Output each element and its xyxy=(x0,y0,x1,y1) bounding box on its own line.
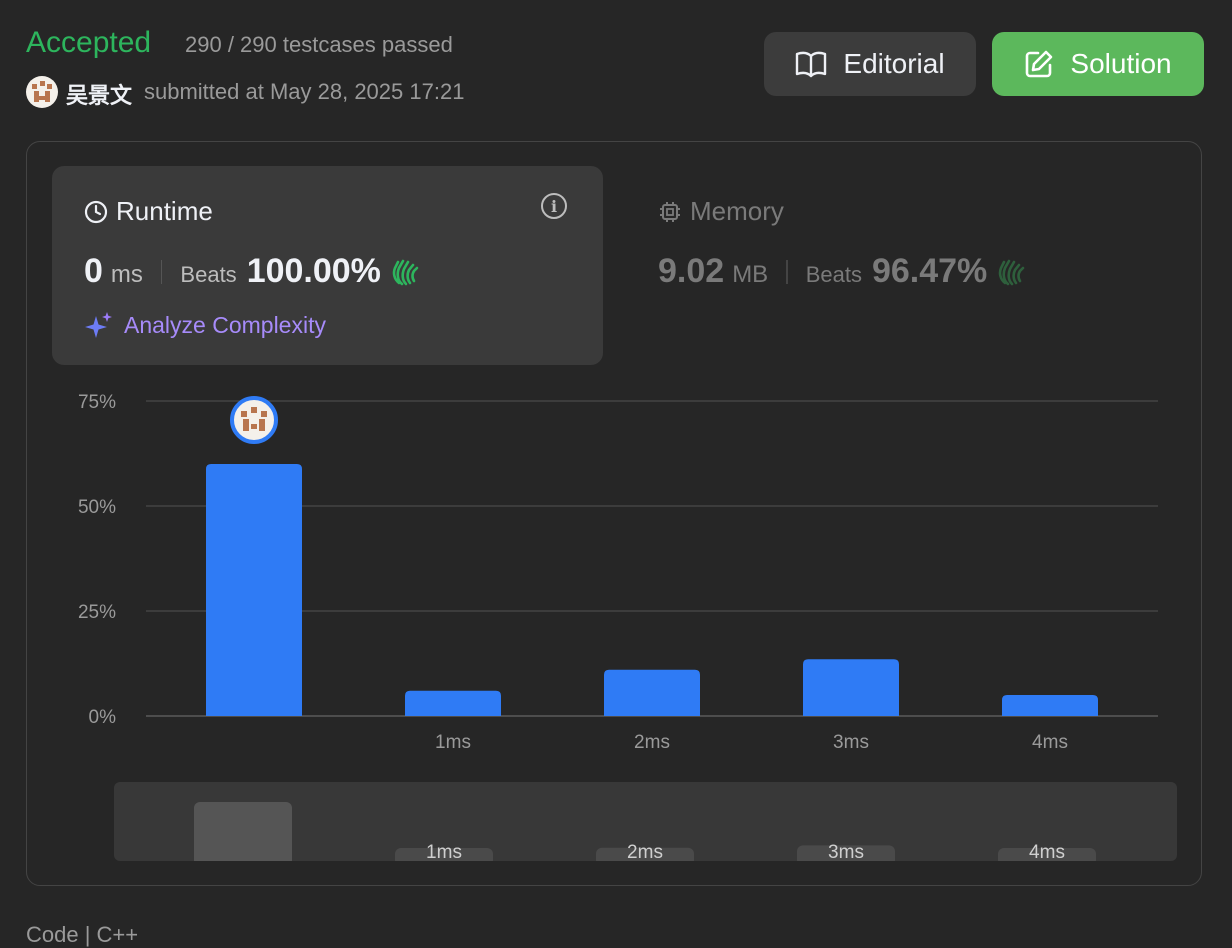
chart-bar xyxy=(405,690,501,716)
x-tick-label: 2ms xyxy=(634,732,670,753)
y-tick-label: 0% xyxy=(89,707,117,728)
your-submission-avatar xyxy=(230,396,278,444)
code-section-cut: Code | C++ xyxy=(26,922,139,947)
minimap-label: 1ms xyxy=(426,842,462,861)
avatar-pixel xyxy=(261,411,267,417)
minimap-label: 4ms xyxy=(1029,842,1065,861)
minimap-label: 3ms xyxy=(828,842,864,861)
chart-bar xyxy=(206,464,302,716)
chart-bar xyxy=(803,659,899,716)
chart-bar xyxy=(1002,695,1098,716)
chart-bar xyxy=(604,669,700,716)
avatar-pixel xyxy=(241,411,247,417)
avatar-pixel xyxy=(251,424,257,429)
minimap-svg: 1ms 2ms 3ms 4ms xyxy=(194,802,1096,861)
avatar-pixel xyxy=(251,407,257,413)
avatar-pixel xyxy=(243,419,249,431)
x-tick-label: 4ms xyxy=(1032,732,1068,753)
y-tick-label: 75% xyxy=(78,392,116,413)
minimap-bar xyxy=(194,802,292,861)
chart-minimap[interactable]: 1ms 2ms 3ms 4ms xyxy=(114,782,1177,861)
y-tick-label: 50% xyxy=(78,497,116,518)
x-tick-label: 3ms xyxy=(833,732,869,753)
y-tick-label: 25% xyxy=(78,602,116,623)
avatar-pixel xyxy=(259,419,265,431)
runtime-distribution-chart: 0% 25% 50% 75% 1ms 2ms 3ms 4ms xyxy=(78,392,1158,753)
minimap-label: 2ms xyxy=(627,842,663,861)
x-tick-label: 1ms xyxy=(435,732,471,753)
